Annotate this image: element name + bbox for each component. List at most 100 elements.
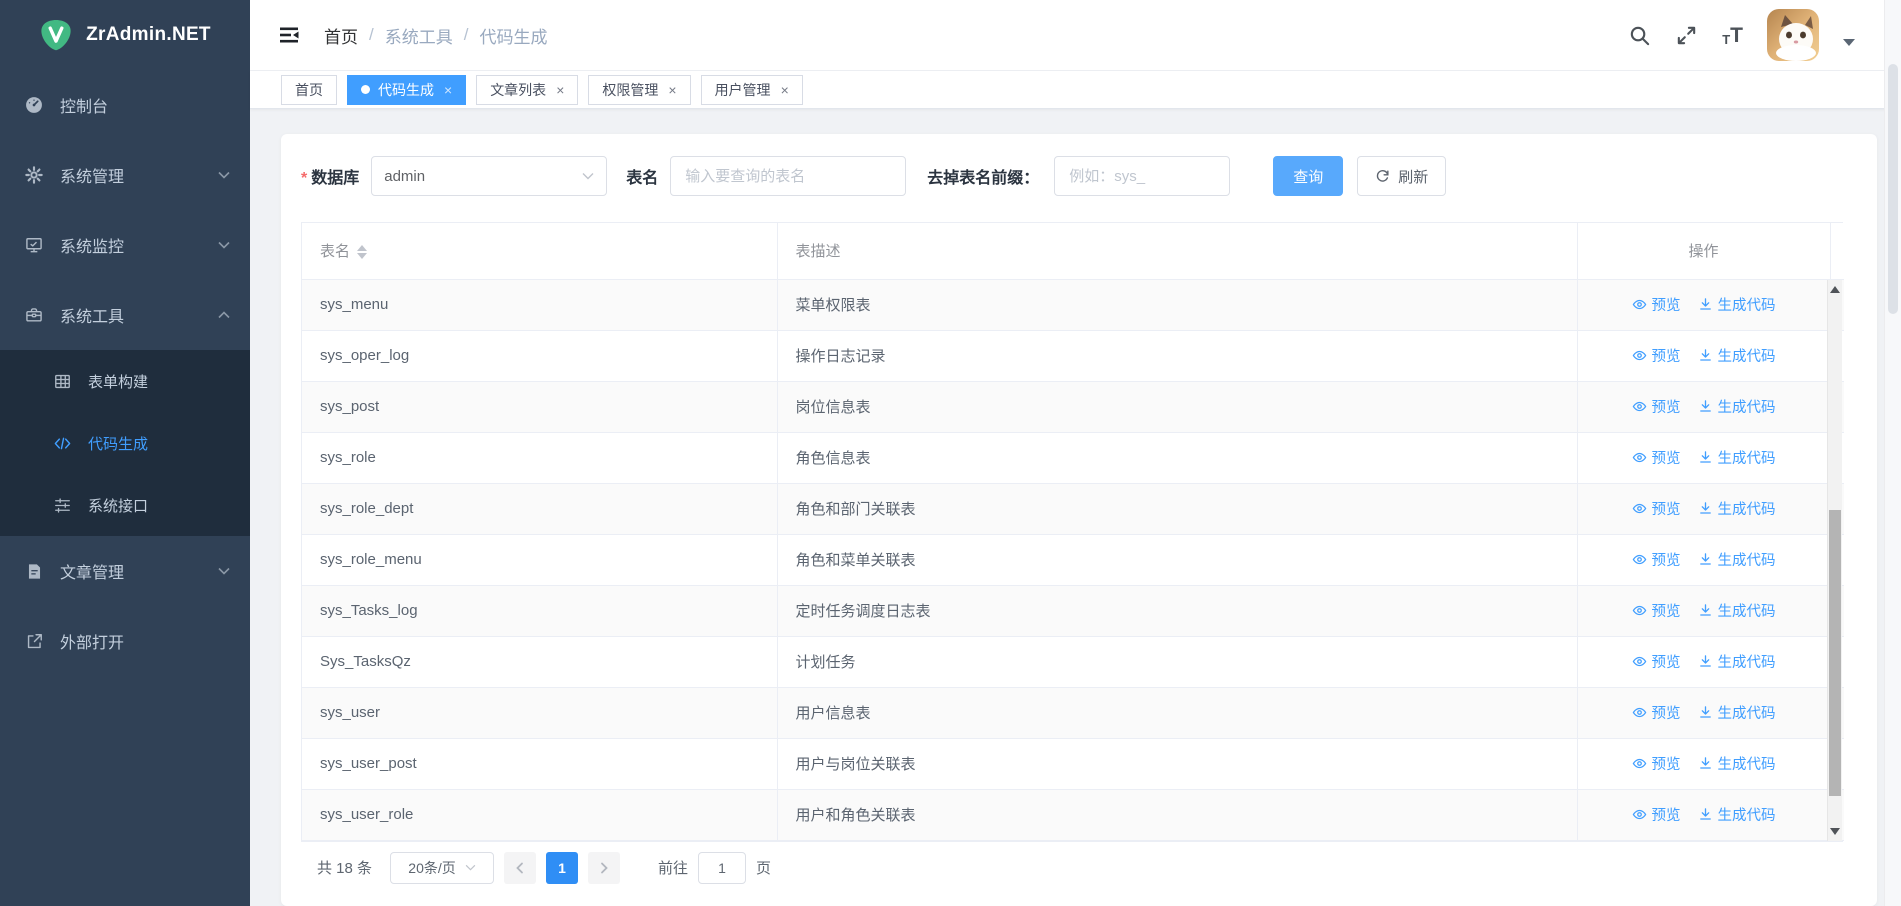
preview-link[interactable]: 预览 bbox=[1632, 651, 1681, 672]
window-scrollbar[interactable] bbox=[1884, 0, 1901, 906]
sidebar-item-external-open[interactable]: 外部打开 bbox=[0, 606, 250, 676]
goto-page-input[interactable] bbox=[698, 852, 746, 884]
cell-table-desc: 用户与岗位关联表 bbox=[777, 738, 1577, 789]
sort-caret-icon[interactable] bbox=[357, 245, 367, 259]
generate-code-link[interactable]: 生成代码 bbox=[1698, 600, 1776, 621]
generate-code-link[interactable]: 生成代码 bbox=[1698, 702, 1776, 723]
cell-table-desc: 角色和菜单关联表 bbox=[777, 534, 1577, 585]
tab-close-icon[interactable]: × bbox=[444, 82, 452, 98]
table-row: sys_user_role 用户和角色关联表 预览生成代码 bbox=[302, 789, 1844, 840]
page-unit-label: 页 bbox=[756, 857, 771, 878]
cell-table-desc: 菜单权限表 bbox=[777, 279, 1577, 330]
cell-table-desc: 计划任务 bbox=[777, 636, 1577, 687]
preview-link[interactable]: 预览 bbox=[1632, 345, 1681, 366]
tag-tab-permission-management[interactable]: 权限管理 × bbox=[588, 75, 690, 105]
avatar-caret-down-icon[interactable] bbox=[1843, 39, 1855, 46]
page-size-select[interactable]: 20条/页 bbox=[390, 852, 494, 884]
prefix-input[interactable] bbox=[1054, 156, 1230, 196]
generate-code-link[interactable]: 生成代码 bbox=[1698, 447, 1776, 468]
generate-code-link[interactable]: 生成代码 bbox=[1698, 294, 1776, 315]
refresh-button[interactable]: 刷新 bbox=[1357, 156, 1446, 196]
next-page-button[interactable] bbox=[588, 852, 620, 884]
page-size-value: 20条/页 bbox=[408, 858, 455, 878]
tab-label: 代码生成 bbox=[378, 80, 434, 100]
sidebar-item-form-builder[interactable]: 表单构建 bbox=[0, 350, 250, 412]
scroll-down-arrow-icon[interactable] bbox=[1830, 828, 1840, 835]
code-generation-card: *数据库 admin 表名 去掉表名前缀： 查询 刷新 bbox=[281, 134, 1877, 906]
generate-code-link[interactable]: 生成代码 bbox=[1698, 804, 1776, 825]
table-row: sys_role_dept 角色和部门关联表 预览生成代码 bbox=[302, 483, 1844, 534]
sidebar-item-label: 外部打开 bbox=[60, 629, 124, 653]
generate-code-link[interactable]: 生成代码 bbox=[1698, 753, 1776, 774]
generate-code-link[interactable]: 生成代码 bbox=[1698, 345, 1776, 366]
preview-link[interactable]: 预览 bbox=[1632, 753, 1681, 774]
table-scrollbar[interactable] bbox=[1827, 280, 1842, 841]
database-select[interactable]: admin bbox=[371, 156, 607, 196]
code-icon bbox=[52, 433, 72, 453]
tag-tab-code-generation[interactable]: 代码生成 × bbox=[347, 75, 466, 105]
generate-code-link[interactable]: 生成代码 bbox=[1698, 498, 1776, 519]
tab-close-icon[interactable]: × bbox=[556, 82, 564, 98]
preview-link[interactable]: 预览 bbox=[1632, 804, 1681, 825]
tab-close-icon[interactable]: × bbox=[668, 82, 676, 98]
tab-close-icon[interactable]: × bbox=[781, 82, 789, 98]
refresh-label: 刷新 bbox=[1398, 166, 1428, 187]
fullscreen-icon[interactable] bbox=[1675, 24, 1698, 47]
font-size-small-glyph: T bbox=[1722, 33, 1730, 46]
search-button[interactable]: 查询 bbox=[1273, 156, 1343, 196]
preview-link[interactable]: 预览 bbox=[1632, 600, 1681, 621]
font-size-icon[interactable]: TT bbox=[1722, 25, 1743, 46]
sidebar-item-label: 文章管理 bbox=[60, 559, 124, 583]
sidebar-item-code-generation[interactable]: 代码生成 bbox=[0, 412, 250, 474]
preview-link[interactable]: 预览 bbox=[1632, 447, 1681, 468]
cell-table-desc: 岗位信息表 bbox=[777, 381, 1577, 432]
toolbox-icon bbox=[24, 305, 44, 325]
preview-link[interactable]: 预览 bbox=[1632, 396, 1681, 417]
preview-link[interactable]: 预览 bbox=[1632, 294, 1681, 315]
tab-label: 文章列表 bbox=[490, 80, 546, 100]
sidebar: ZrAdmin.NET 控制台 系统管理 系统监控 bbox=[0, 0, 250, 906]
required-mark: * bbox=[301, 170, 307, 187]
tag-tab-user-management[interactable]: 用户管理 × bbox=[701, 75, 803, 105]
user-avatar[interactable] bbox=[1767, 9, 1819, 61]
search-icon[interactable] bbox=[1628, 24, 1651, 47]
preview-link[interactable]: 预览 bbox=[1632, 702, 1681, 723]
breadcrumb-separator: / bbox=[369, 25, 374, 45]
cell-table-name: Sys_TasksQz bbox=[302, 636, 777, 687]
sidebar-item-article-management[interactable]: 文章管理 bbox=[0, 536, 250, 606]
column-header-actions: 操作 bbox=[1577, 223, 1830, 279]
window-scrollbar-thumb[interactable] bbox=[1888, 64, 1898, 314]
top-navbar: 首页 / 系统工具 / 代码生成 TT bbox=[250, 0, 1901, 71]
column-header-table-name[interactable]: 表名 bbox=[302, 223, 777, 279]
cell-table-name: sys_user_role bbox=[302, 789, 777, 840]
external-link-icon bbox=[24, 631, 44, 651]
table-row: sys_role_menu 角色和菜单关联表 预览生成代码 bbox=[302, 534, 1844, 585]
chevron-down-icon bbox=[218, 241, 230, 249]
sidebar-item-dashboard[interactable]: 控制台 bbox=[0, 70, 250, 140]
scroll-up-arrow-icon[interactable] bbox=[1830, 286, 1840, 293]
page-number-button[interactable]: 1 bbox=[546, 852, 578, 884]
tag-tab-article-list[interactable]: 文章列表 × bbox=[476, 75, 578, 105]
generate-code-link[interactable]: 生成代码 bbox=[1698, 549, 1776, 570]
breadcrumb-home[interactable]: 首页 bbox=[324, 23, 358, 48]
sidebar-fold-icon[interactable] bbox=[272, 18, 306, 52]
preview-link[interactable]: 预览 bbox=[1632, 498, 1681, 519]
sidebar-item-label: 系统工具 bbox=[60, 303, 124, 327]
table-name-input[interactable] bbox=[670, 156, 906, 196]
sidebar-item-system-monitor[interactable]: 系统监控 bbox=[0, 210, 250, 280]
sidebar-item-label: 系统管理 bbox=[60, 163, 124, 187]
preview-link[interactable]: 预览 bbox=[1632, 549, 1681, 570]
sidebar-item-system-management[interactable]: 系统管理 bbox=[0, 140, 250, 210]
cell-table-name: sys_post bbox=[302, 381, 777, 432]
prev-page-button[interactable] bbox=[504, 852, 536, 884]
app-logo[interactable]: ZrAdmin.NET bbox=[0, 0, 250, 70]
generate-code-link[interactable]: 生成代码 bbox=[1698, 396, 1776, 417]
cell-table-name: sys_user bbox=[302, 687, 777, 738]
generate-code-link[interactable]: 生成代码 bbox=[1698, 651, 1776, 672]
chevron-down-icon bbox=[582, 172, 594, 180]
sidebar-item-system-tools[interactable]: 系统工具 bbox=[0, 280, 250, 350]
table-scrollbar-thumb[interactable] bbox=[1829, 510, 1841, 796]
cell-table-name: sys_menu bbox=[302, 279, 777, 330]
tag-tab-home[interactable]: 首页 bbox=[281, 75, 337, 105]
sidebar-item-system-api[interactable]: 系统接口 bbox=[0, 474, 250, 536]
